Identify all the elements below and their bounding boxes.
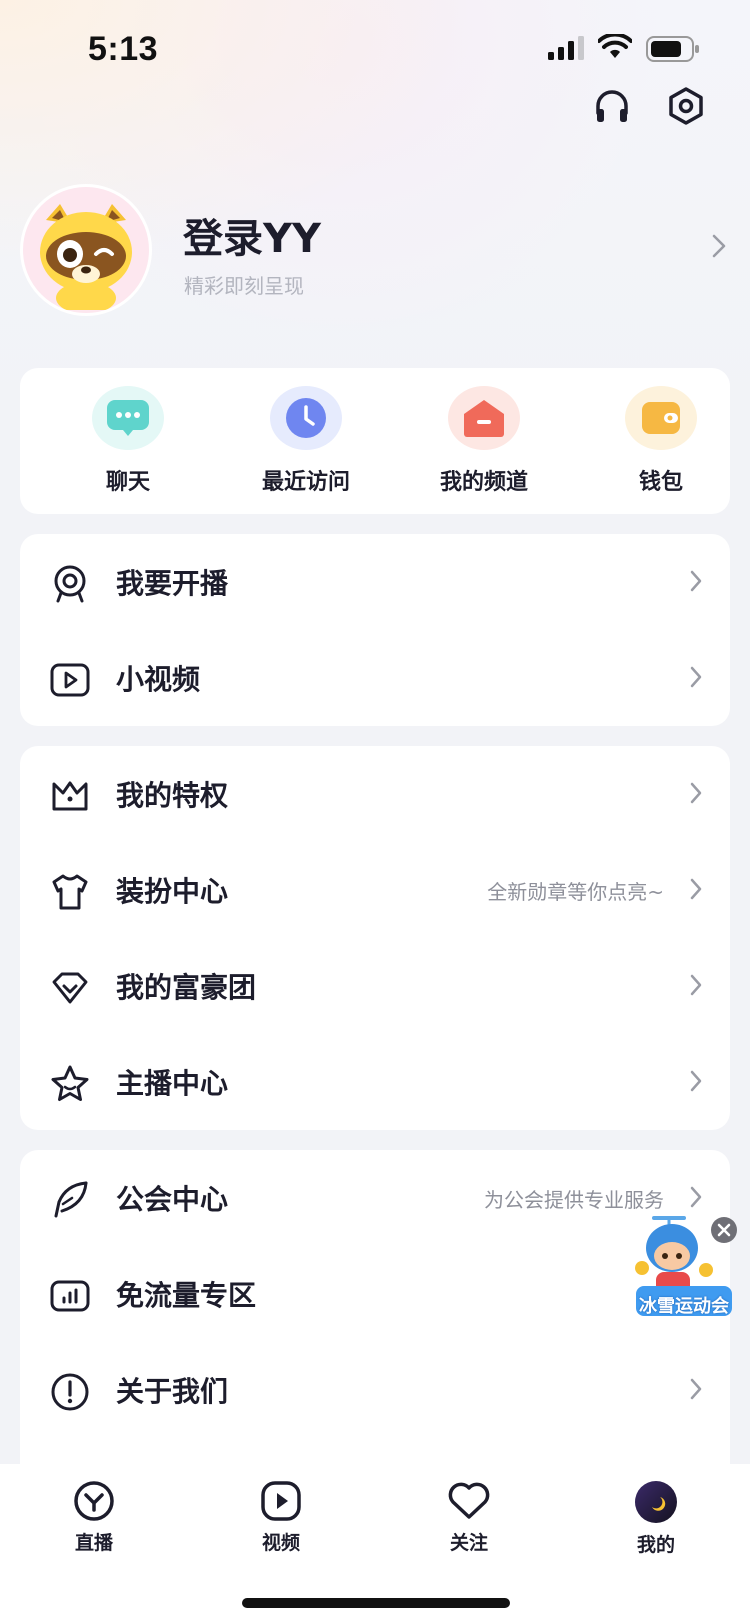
menu-item-guild-center[interactable]: 公会中心 为公会提供专业服务 <box>20 1150 730 1246</box>
chevron-right-icon <box>690 1186 702 1208</box>
chevron-right-icon <box>690 1070 702 1092</box>
info-icon <box>51 1373 89 1411</box>
wallet-icon <box>625 386 697 450</box>
chevron-right-icon <box>690 974 702 996</box>
menu-group-3: 公会中心 为公会提供专业服务 免流量专区 关于我们 <box>20 1150 730 1480</box>
login-title[interactable]: 登录YY <box>183 206 321 264</box>
menu-item-anchor-center[interactable]: 主播中心 <box>20 1034 730 1130</box>
clock-icon <box>270 386 342 450</box>
menu-group-1: 我要开播 小视频 <box>20 534 730 726</box>
chevron-right-icon <box>690 782 702 804</box>
menu-item-short-video[interactable]: 小视频 <box>20 630 730 726</box>
avatar[interactable] <box>20 184 152 316</box>
menu-item-free-data[interactable]: 免流量专区 <box>20 1246 730 1342</box>
menu-item-dressup[interactable]: 装扮中心 全新勋章等你点亮~ <box>20 842 730 938</box>
menu-item-privileges[interactable]: 我的特权 <box>20 746 730 842</box>
chevron-right-icon <box>690 878 702 900</box>
battery-icon <box>646 36 699 62</box>
tshirt-icon <box>52 874 88 910</box>
chevron-right-icon <box>690 570 702 592</box>
video-icon <box>261 1481 301 1521</box>
moon-avatar-icon <box>635 1481 677 1523</box>
star-icon <box>51 1065 89 1101</box>
quick-action-channel[interactable]: 我的频道 <box>419 386 549 496</box>
quick-action-wallet[interactable]: 钱包 <box>596 386 726 496</box>
live-icon <box>74 1481 114 1521</box>
status-time: 5:13 <box>88 30 159 68</box>
tab-live[interactable]: 直播 <box>34 1480 154 1570</box>
heart-icon <box>448 1482 490 1519</box>
menu-group-2: 我的特权 装扮中心 全新勋章等你点亮~ 我的富豪团 主播中心 <box>20 746 730 1130</box>
menu-hint: 全新勋章等你点亮~ <box>487 880 664 904</box>
home-indicator <box>242 1598 510 1608</box>
profile-header[interactable]: 登录YY 精彩即刻呈现 <box>20 184 730 320</box>
wifi-icon <box>598 34 632 58</box>
headset-icon[interactable] <box>590 84 634 128</box>
data-bars-icon <box>50 1280 90 1312</box>
home-icon <box>448 386 520 450</box>
menu-item-rich-club[interactable]: 我的富豪团 <box>20 938 730 1034</box>
menu-hint: 为公会提供专业服务 <box>484 1188 664 1212</box>
chat-icon <box>92 386 164 450</box>
chevron-right-icon <box>690 666 702 688</box>
chevron-right-icon <box>712 234 726 258</box>
raccoon-mascot-icon <box>40 204 132 310</box>
tab-me[interactable]: 我的 <box>596 1480 716 1570</box>
menu-item-about[interactable]: 关于我们 <box>20 1342 730 1438</box>
video-play-icon <box>50 663 90 697</box>
tab-video[interactable]: 视频 <box>221 1480 341 1570</box>
diamond-icon <box>52 972 88 1004</box>
top-actions <box>0 80 750 130</box>
webcam-icon <box>54 565 86 603</box>
tab-follow[interactable]: 关注 <box>409 1480 529 1570</box>
chevron-right-icon <box>690 1378 702 1400</box>
settings-icon[interactable] <box>664 84 708 128</box>
menu-item-go-live[interactable]: 我要开播 <box>20 534 730 630</box>
promo-label: 冰雪运动会 <box>639 1296 729 1317</box>
quick-action-chat[interactable]: 聊天 <box>63 386 193 496</box>
signal-icon <box>548 36 584 60</box>
quick-action-recent[interactable]: 最近访问 <box>241 386 371 496</box>
crown-icon <box>52 781 88 811</box>
quick-actions-card: 聊天 最近访问 我的频道 钱包 <box>20 368 730 514</box>
profile-subtitle: 精彩即刻呈现 <box>184 274 304 298</box>
feather-icon <box>54 1181 88 1218</box>
close-icon[interactable] <box>711 1217 737 1243</box>
